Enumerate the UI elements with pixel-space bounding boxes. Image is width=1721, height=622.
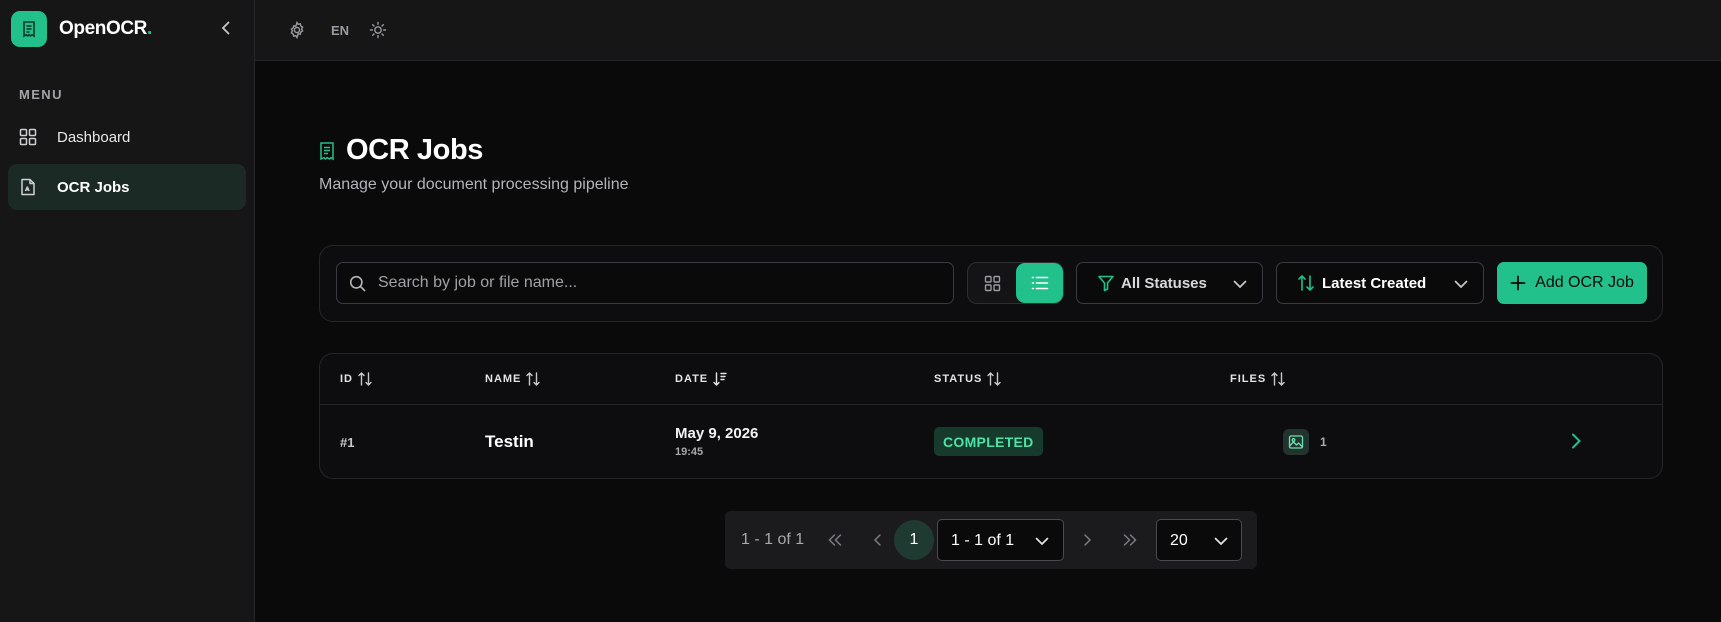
- previous-page-button[interactable]: [868, 530, 888, 550]
- sidebar-item-dashboard[interactable]: Dashboard: [8, 114, 246, 160]
- sort-descending-icon: [713, 372, 727, 386]
- menu-label: MENU: [19, 87, 63, 102]
- chevron-down-icon: [1233, 280, 1247, 289]
- sort-icon: [526, 372, 541, 386]
- status-filter-dropdown[interactable]: All Statuses: [1076, 262, 1263, 304]
- column-header-status[interactable]: STATUS: [934, 371, 1002, 387]
- column-header-name[interactable]: NAME: [485, 371, 541, 387]
- filter-icon: [1098, 275, 1114, 292]
- page-subtitle: Manage your document processing pipeline: [319, 176, 629, 193]
- gear-icon: [290, 21, 304, 39]
- pagination: 1 - 1 of 1 1 1 - 1 of 1 20: [725, 511, 1257, 569]
- sort-icon: [1271, 372, 1285, 386]
- chevron-down-icon: [1454, 280, 1468, 289]
- chevron-left-icon: [221, 21, 230, 35]
- column-header-date[interactable]: DATE: [675, 371, 728, 387]
- brand-name: OpenOCR.: [59, 18, 152, 39]
- sidebar-item-label: OCR Jobs: [57, 178, 130, 196]
- column-header-files[interactable]: FILES: [1230, 371, 1286, 387]
- view-toggle: [967, 262, 1064, 304]
- grid-icon: [18, 127, 38, 147]
- language-button[interactable]: EN: [329, 18, 351, 42]
- chevrons-right-icon: [1123, 534, 1137, 546]
- open-job-button[interactable]: [1565, 430, 1587, 452]
- receipt-icon: [319, 141, 337, 161]
- add-ocr-job-button[interactable]: Add OCR Job: [1497, 262, 1647, 304]
- column-header-id[interactable]: ID: [340, 371, 373, 387]
- theme-toggle-button[interactable]: [367, 18, 389, 42]
- page-range-select[interactable]: 1 - 1 of 1: [937, 519, 1064, 561]
- last-page-button[interactable]: [1120, 530, 1140, 550]
- first-page-button[interactable]: [825, 530, 845, 550]
- image-file-icon: [1283, 429, 1309, 455]
- page-size-select[interactable]: 20: [1156, 519, 1242, 561]
- job-id: #1: [340, 435, 355, 450]
- grid-icon: [984, 275, 1000, 291]
- add-ocr-job-label: Add OCR Job: [1535, 274, 1634, 291]
- plus-icon: [1510, 275, 1526, 291]
- search-box[interactable]: [336, 262, 954, 304]
- page-title: OCR Jobs: [346, 134, 483, 166]
- grid-view-button[interactable]: [968, 263, 1016, 303]
- logo-icon: [11, 11, 47, 47]
- sort-icon: [987, 372, 1002, 386]
- sidebar-item-label: Dashboard: [57, 128, 131, 146]
- list-view-button[interactable]: [1016, 263, 1063, 303]
- sidebar: OpenOCR. MENU Dashboard OCR Jobs: [0, 0, 255, 622]
- file-count: 1: [1320, 435, 1327, 449]
- top-bar: EN: [255, 0, 1721, 61]
- job-name: Testin: [485, 432, 534, 451]
- search-icon: [349, 275, 366, 291]
- chevron-down-icon: [1214, 537, 1228, 546]
- sort-dropdown[interactable]: Latest Created: [1276, 262, 1484, 304]
- settings-button[interactable]: [286, 18, 308, 42]
- sort-icon: [1298, 274, 1314, 292]
- page-range-select-value: 1 - 1 of 1: [951, 532, 1015, 549]
- sort-label: Latest Created: [1322, 275, 1427, 292]
- current-page-button[interactable]: 1: [894, 520, 934, 560]
- chevron-left-icon: [873, 534, 881, 546]
- page-size-select-value: 20: [1170, 532, 1188, 549]
- status-filter-label: All Statuses: [1121, 275, 1207, 292]
- chevrons-left-icon: [828, 534, 842, 546]
- next-page-button[interactable]: [1077, 530, 1097, 550]
- job-date: May 9, 2026: [675, 425, 759, 442]
- job-time: 19:45: [675, 446, 704, 458]
- sidebar-item-ocr-jobs[interactable]: OCR Jobs: [8, 164, 246, 210]
- search-input[interactable]: [378, 274, 938, 292]
- sort-icon: [358, 372, 372, 386]
- list-icon: [1031, 276, 1049, 290]
- chevron-right-icon: [1572, 433, 1581, 449]
- collapse-sidebar-button[interactable]: [214, 16, 238, 40]
- chevron-down-icon: [1035, 537, 1049, 546]
- sun-icon: [369, 21, 387, 39]
- chevron-right-icon: [1084, 534, 1092, 546]
- filter-toolbar: All Statuses Latest Created Add OCR Job: [319, 245, 1663, 322]
- table-header: ID NAME DATE STATUS FILES: [320, 354, 1662, 405]
- jobs-table: ID NAME DATE STATUS FILES #1 Testin May …: [319, 353, 1663, 479]
- status-badge: COMPLETED: [934, 427, 1043, 456]
- table-row[interactable]: #1 Testin May 9, 2026 19:45 COMPLETED 1: [320, 405, 1662, 478]
- file-icon: [18, 177, 38, 197]
- pagination-range-text: 1 - 1 of 1: [741, 531, 805, 548]
